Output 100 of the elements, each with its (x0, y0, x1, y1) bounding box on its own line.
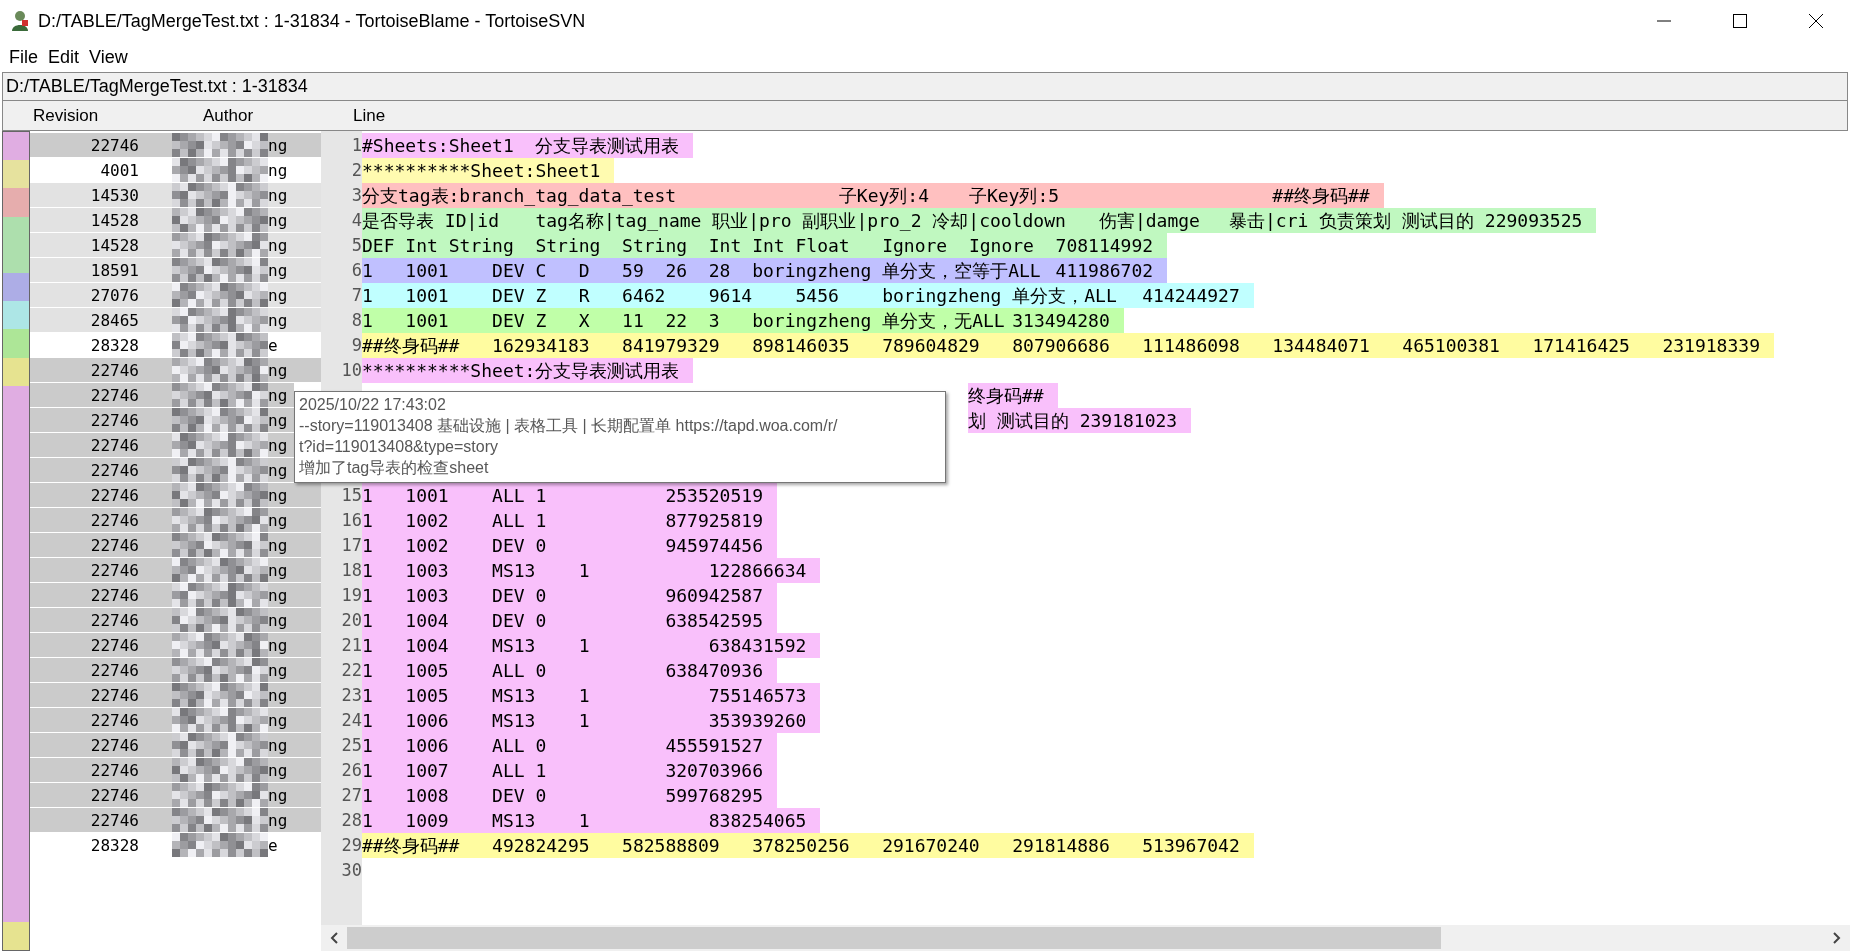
line-number: 20 (340, 609, 362, 632)
revision-row[interactable]: 22746 ng (30, 658, 321, 683)
author-name: ng (268, 810, 288, 830)
revision-row[interactable]: 22746 ng (30, 783, 321, 808)
line-number: 10 (340, 359, 362, 382)
tooltip-line: 2025/10/22 17:43:02 (299, 395, 447, 415)
revision-row[interactable]: 22746 ng (30, 733, 321, 758)
revision-number: 18591 (89, 260, 139, 280)
scroll-thumb[interactable] (347, 927, 1441, 949)
line-number: 24 (340, 709, 362, 732)
revision-row[interactable]: 22746 ng (30, 508, 321, 533)
revision-row[interactable]: 22746 ng (30, 683, 321, 708)
revision-number: 22746 (89, 760, 139, 780)
revision-row[interactable]: 22746 ng (30, 408, 294, 433)
revision-number: 27076 (89, 285, 139, 305)
line-number: 4 (350, 209, 362, 232)
revision-number: 14528 (89, 235, 139, 255)
menu-item[interactable]: View (84, 46, 133, 68)
author-name: ng (268, 735, 288, 755)
author-name: ng (268, 685, 288, 705)
revision-row[interactable]: 22746 ng (30, 633, 321, 658)
author-name: ng (268, 710, 288, 730)
revision-number: 14530 (89, 185, 139, 205)
revision-row[interactable]: 22746 ng (30, 533, 321, 558)
line-number: 26 (340, 759, 362, 782)
author-name: ng (268, 760, 288, 780)
revision-row[interactable]: 22746 ng (30, 458, 294, 483)
revision-row[interactable]: 22746 ng (30, 708, 321, 733)
revision-number: 22746 (89, 485, 139, 505)
author-name: ng (268, 235, 288, 255)
author-name: ng (268, 460, 288, 480)
line-number: 1 (350, 134, 362, 157)
author-name: e (268, 835, 278, 855)
revision-row[interactable]: 22746 ng (30, 483, 321, 508)
column-title[interactable]: Revision (3, 105, 203, 126)
revision-row[interactable]: 22746 ng (30, 133, 321, 158)
line-number: 19 (340, 584, 362, 607)
author-name: ng (268, 185, 288, 205)
revision-row[interactable]: 22746 ng (30, 383, 294, 408)
line-number: 6 (350, 259, 362, 282)
author-name: ng (268, 160, 288, 180)
app-icon (10, 10, 30, 32)
revision-number: 22746 (89, 585, 139, 605)
revision-row[interactable]: 22746 ng (30, 608, 321, 633)
horizontal-scrollbar[interactable] (321, 925, 1850, 951)
revision-row[interactable]: 28465 ng (30, 308, 321, 333)
author-name: e (268, 335, 278, 355)
revision-number: 22746 (89, 785, 139, 805)
revision-number: 22746 (89, 660, 139, 680)
revision-number: 22746 (89, 710, 139, 730)
author-name: ng (268, 510, 288, 530)
column-title[interactable]: Line (353, 105, 553, 126)
revision-number: 22746 (89, 560, 139, 580)
line-number: 5 (350, 234, 362, 257)
author-name: ng (268, 635, 288, 655)
revision-row[interactable]: 14528 ng (30, 233, 321, 258)
revision-number: 22746 (89, 510, 139, 530)
line-number: 30 (340, 859, 362, 882)
author-name: ng (268, 360, 288, 380)
author-name: ng (268, 385, 288, 405)
line-number: 29 (340, 834, 362, 857)
column-title[interactable]: Author (203, 105, 353, 126)
revision-number: 14528 (89, 210, 139, 230)
revision-row[interactable]: 22746 ng (30, 808, 321, 833)
line-number: 23 (340, 684, 362, 707)
revision-row[interactable]: 22746 ng (30, 583, 321, 608)
revision-row[interactable]: 22746 ng (30, 433, 294, 458)
revision-row[interactable]: 27076 ng (30, 283, 321, 308)
window-title: D:/TABLE/TagMergeTest.txt : 1-31834 - TortoiseBlame - TortoiseSVN (38, 10, 587, 32)
revision-row[interactable]: 22746 ng (30, 558, 321, 583)
author-name: ng (268, 135, 288, 155)
menu-item[interactable]: Edit (43, 46, 85, 68)
author-name: ng (268, 485, 288, 505)
revision-row[interactable]: 18591 ng (30, 258, 321, 283)
author-name: ng (268, 210, 288, 230)
line-number: 28 (340, 809, 362, 832)
author-name: ng (268, 260, 288, 280)
revision-row[interactable]: 22746 ng (30, 358, 321, 383)
tooltip-line: 增加了tag导表的检查sheet (299, 458, 490, 478)
line-number: 9 (350, 334, 362, 357)
menu-item[interactable]: File (4, 46, 43, 68)
author-name: ng (268, 610, 288, 630)
revision-number: 22746 (89, 135, 139, 155)
revision-number: 28328 (89, 335, 139, 355)
revision-row[interactable]: 14528 ng (30, 208, 321, 233)
revision-row[interactable]: 14530 ng (30, 183, 321, 208)
author-name: ng (268, 410, 288, 430)
author-name: ng (268, 435, 288, 455)
author-name: ng (268, 785, 288, 805)
line-number: 21 (340, 634, 362, 657)
revision-number: 22746 (89, 810, 139, 830)
author-name: ng (268, 560, 288, 580)
author-name: ng (268, 660, 288, 680)
revision-number: 22746 (89, 410, 139, 430)
line-number: 2 (350, 159, 362, 182)
revision-number: 22746 (89, 435, 139, 455)
revision-row[interactable]: 22746 ng (30, 758, 321, 783)
line-number: 25 (340, 734, 362, 757)
revision-number: 22746 (89, 460, 139, 480)
revision-number: 28465 (89, 310, 139, 330)
